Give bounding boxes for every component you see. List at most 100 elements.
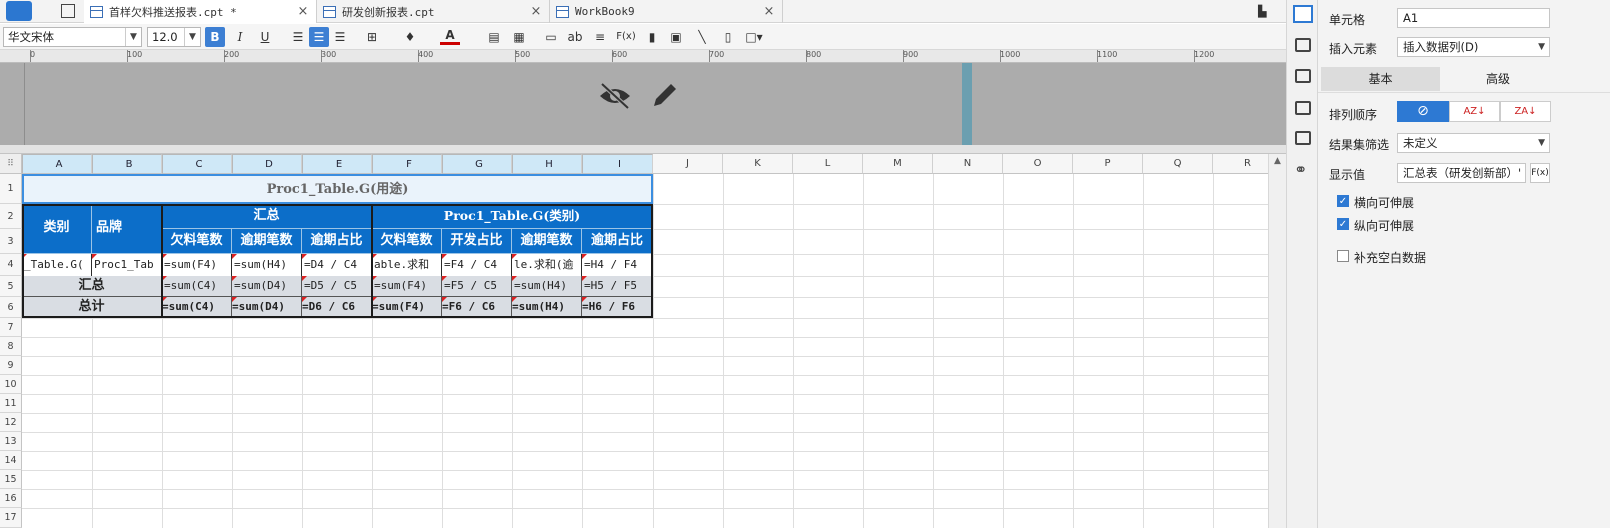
widget-icon[interactable]: [1295, 101, 1311, 115]
formula-cell[interactable]: =sum(C4): [162, 276, 232, 297]
total-label-cell[interactable]: 总计: [22, 297, 162, 318]
vertical-scrollbar[interactable]: ▲: [1268, 154, 1286, 528]
sort-none-button[interactable]: ⊘: [1397, 101, 1449, 122]
hide-eye-icon[interactable]: [598, 82, 632, 113]
row-header[interactable]: 14: [0, 451, 22, 470]
column-header[interactable]: P: [1073, 154, 1143, 174]
subheader-cell[interactable]: 开发占比: [442, 229, 512, 254]
subheader-cell[interactable]: 欠料笔数: [162, 229, 232, 254]
column-header[interactable]: R: [1213, 154, 1268, 174]
data-cell[interactable]: le.求和(逾: [512, 254, 582, 276]
close-icon[interactable]: ×: [529, 4, 543, 19]
formula-cell[interactable]: =sum(F4): [162, 254, 232, 276]
border-icon[interactable]: ⊞: [362, 27, 382, 47]
column-header[interactable]: Q: [1143, 154, 1213, 174]
cell-name-input[interactable]: A1: [1397, 8, 1550, 28]
row-header[interactable]: 11: [0, 394, 22, 413]
category-header-cell[interactable]: 类别: [22, 204, 92, 254]
row-header[interactable]: 12: [0, 413, 22, 432]
formula-cell[interactable]: =F5 / C5: [442, 276, 512, 297]
align-center-icon[interactable]: ☰: [309, 27, 329, 47]
display-value-input[interactable]: 汇总表（研发创新部）': [1397, 163, 1526, 183]
column-header[interactable]: J: [653, 154, 723, 174]
column-header[interactable]: B: [92, 154, 162, 174]
formula-cell[interactable]: =H6 / F6: [582, 297, 653, 318]
page-boundary-marker[interactable]: [962, 63, 972, 145]
formula-cell[interactable]: =sum(H4): [232, 254, 302, 276]
sub-report-icon[interactable]: ▯: [718, 27, 738, 47]
row-header[interactable]: 7: [0, 318, 22, 337]
formula-cell[interactable]: =H5 / F5: [582, 276, 653, 297]
formula-cell[interactable]: =sum(F4): [372, 297, 442, 318]
scroll-up-icon[interactable]: ▲: [1269, 156, 1286, 166]
column-header[interactable]: C: [162, 154, 232, 174]
font-color-icon[interactable]: A: [440, 27, 460, 45]
column-header[interactable]: I: [582, 154, 653, 174]
subheader-cell[interactable]: 逾期笔数: [512, 229, 582, 254]
column-header[interactable]: E: [302, 154, 372, 174]
link-icon[interactable]: ⚭: [1294, 160, 1307, 179]
align-right-icon[interactable]: ☰: [330, 27, 350, 47]
column-header[interactable]: N: [933, 154, 1003, 174]
bold-button[interactable]: B: [205, 27, 225, 47]
column-header[interactable]: O: [1003, 154, 1073, 174]
crop-icon[interactable]: [1295, 69, 1311, 83]
table-icon[interactable]: ▦: [509, 27, 529, 47]
subheader-cell[interactable]: 逾期笔数: [232, 229, 302, 254]
merge-cells-icon[interactable]: ▤: [484, 27, 504, 47]
more-icon[interactable]: □▾: [744, 27, 764, 47]
tab-basic[interactable]: 基本: [1321, 67, 1440, 91]
insert-element-select[interactable]: 插入数据列(D) ▼: [1397, 37, 1550, 57]
unmerge-icon[interactable]: ▭: [541, 27, 561, 47]
formula-cell[interactable]: =F6 / C6: [442, 297, 512, 318]
formula-cell[interactable]: =sum(H4): [512, 297, 582, 318]
row-header[interactable]: 2: [0, 204, 22, 229]
column-header[interactable]: D: [232, 154, 302, 174]
subheader-cell[interactable]: 欠料笔数: [372, 229, 442, 254]
formula-button[interactable]: F(x): [614, 27, 638, 47]
horizontal-expand-checkbox[interactable]: ✓: [1337, 195, 1349, 207]
align-left-icon[interactable]: ☰: [288, 27, 308, 47]
image-icon[interactable]: ▣: [666, 27, 686, 47]
row-header[interactable]: 5: [0, 276, 22, 297]
row-header[interactable]: 9: [0, 356, 22, 375]
vertical-expand-checkbox[interactable]: ✓: [1337, 218, 1349, 230]
edit-pencil-icon[interactable]: [650, 80, 680, 113]
formula-cell[interactable]: =H4 / F4: [582, 254, 653, 276]
formula-cell[interactable]: =D5 / C5: [302, 276, 372, 297]
text-wrap-icon[interactable]: ≡: [590, 27, 610, 47]
data-cell[interactable]: Proc1_Tab: [92, 254, 162, 276]
formula-cell[interactable]: =F4 / C4: [442, 254, 512, 276]
formula-cell[interactable]: =sum(F4): [372, 276, 442, 297]
tab-shouyang[interactable]: 首样欠料推送报表.cpt * ×: [84, 0, 317, 23]
summary-header-cell[interactable]: 汇总: [162, 204, 372, 229]
split-bar[interactable]: [0, 145, 1286, 154]
tab-yanfa[interactable]: 研发创新报表.cpt ×: [317, 0, 550, 23]
sort-ascending-button[interactable]: AZ↓: [1449, 101, 1500, 122]
spreadsheet-grid[interactable]: ⠿ A B C D E F G H I J K L M N O P Q R 1 …: [0, 154, 1268, 528]
formula-cell[interactable]: =sum(C4): [162, 297, 232, 318]
formula-cell[interactable]: =D6 / C6: [302, 297, 372, 318]
row-header[interactable]: 1: [0, 174, 22, 204]
column-header[interactable]: H: [512, 154, 582, 174]
fill-blank-checkbox[interactable]: [1337, 250, 1349, 262]
font-size-select[interactable]: 12.0 ▼: [147, 27, 201, 47]
select-all-corner[interactable]: ⠿: [0, 154, 22, 174]
chart-icon[interactable]: ▮: [642, 27, 662, 47]
row-header[interactable]: 17: [0, 508, 22, 528]
close-icon[interactable]: ×: [296, 4, 310, 19]
text-ab-button[interactable]: ab: [565, 27, 585, 47]
column-header[interactable]: L: [793, 154, 863, 174]
sort-descending-button[interactable]: ZA↓: [1500, 101, 1551, 122]
display-formula-button[interactable]: F(x): [1530, 163, 1550, 183]
row-header[interactable]: 4: [0, 254, 22, 276]
cell-element-icon[interactable]: [1295, 38, 1311, 52]
row-header[interactable]: 16: [0, 489, 22, 508]
italic-button[interactable]: I: [230, 27, 250, 47]
slash-icon[interactable]: ╲: [692, 27, 712, 47]
design-area[interactable]: [0, 63, 1286, 145]
row-header[interactable]: 15: [0, 470, 22, 489]
underline-button[interactable]: U: [255, 27, 275, 47]
formula-cell[interactable]: =sum(D4): [232, 297, 302, 318]
subheader-cell[interactable]: 逾期占比: [302, 229, 372, 254]
